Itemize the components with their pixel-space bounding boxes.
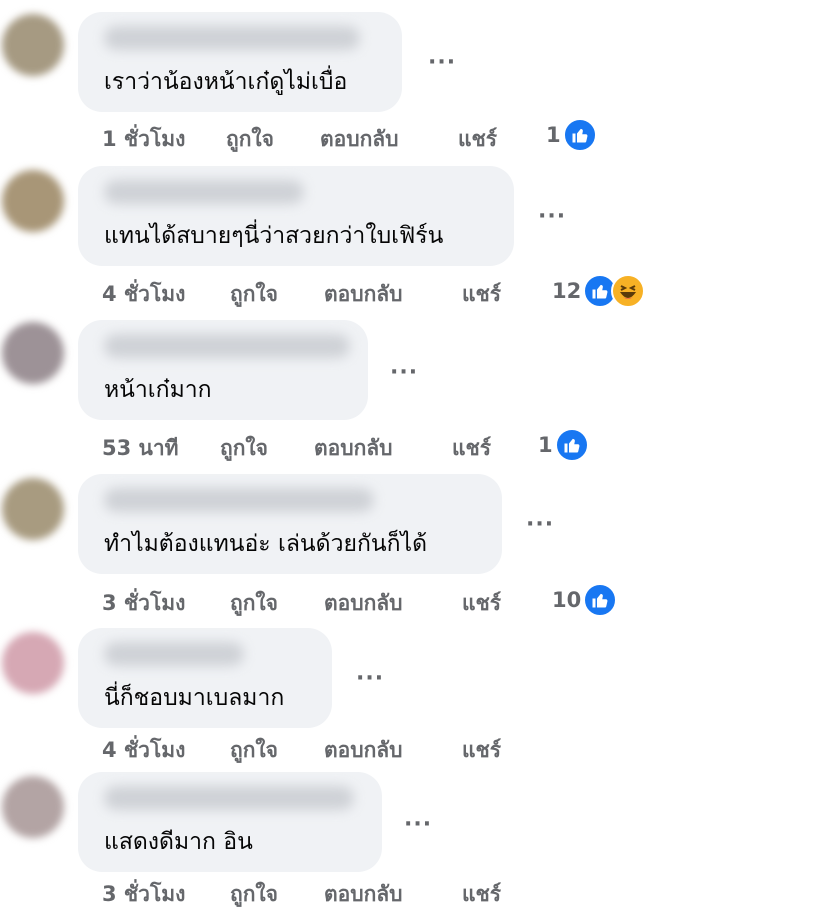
like-action[interactable]: ถูกใจ [230,587,324,620]
comment-text: เราว่าน้องหน้าเก๋ดูไม่เบื่อ [104,69,348,95]
comment-actions: 4 ชั่วโมง ถูกใจ ตอบกลับ แชร์ [102,278,501,311]
like-action[interactable]: ถูกใจ [220,432,314,465]
share-action[interactable]: แชร์ [462,278,501,311]
comment-actions: 3 ชั่วโมง ถูกใจ ตอบกลับ แชร์ [102,587,501,620]
more-options-icon[interactable]: ··· [538,204,566,229]
comment-bubble: หน้าเก๋มาก [78,320,368,420]
comment-text: นี่ก็ชอบมาเบลมาก [104,685,285,711]
commenter-name[interactable] [104,180,304,204]
more-options-icon[interactable]: ··· [428,50,456,75]
reaction-count: 12 [552,279,582,303]
avatar[interactable] [2,632,64,694]
avatar[interactable] [2,776,64,838]
comment-text: แสดงดีมาก อิน [104,829,253,855]
like-icon [554,428,589,462]
comment-time[interactable]: 4 ชั่วโมง [102,734,230,767]
more-options-icon[interactable]: ··· [390,360,418,385]
avatar[interactable] [2,322,64,384]
reply-action[interactable]: ตอบกลับ [324,278,462,311]
reply-action[interactable]: ตอบกลับ [324,587,462,620]
more-options-icon[interactable]: ··· [526,512,554,537]
commenter-name[interactable] [104,334,350,358]
avatar[interactable] [2,170,64,232]
comment-time[interactable]: 4 ชั่วโมง [102,278,230,311]
comment-text: ทำไมต้องแทนอ่ะ เล่นด้วยกันก็ได้ [104,531,428,557]
comment-text: แทนได้สบายๆนี่ว่าสวยกว่าใบเฟิร์น [104,223,444,249]
comment-actions: 4 ชั่วโมง ถูกใจ ตอบกลับ แชร์ [102,734,501,767]
share-action[interactable]: แชร์ [462,878,501,911]
haha-icon [611,274,646,308]
comment-actions: 3 ชั่วโมง ถูกใจ ตอบกลับ แชร์ [102,878,501,911]
comment-time[interactable]: 53 นาที [102,432,220,465]
share-action[interactable]: แชร์ [462,734,501,767]
comment-bubble: แทนได้สบายๆนี่ว่าสวยกว่าใบเฟิร์น [78,166,514,266]
commenter-name[interactable] [104,488,374,512]
more-options-icon[interactable]: ··· [404,812,432,837]
like-action[interactable]: ถูกใจ [226,123,320,156]
reply-action[interactable]: ตอบกลับ [324,878,462,911]
reaction-summary[interactable]: 10 [552,583,618,617]
like-icon [583,583,618,617]
reaction-count: 1 [546,123,561,147]
avatar[interactable] [2,478,64,540]
comment-time[interactable]: 1 ชั่วโมง [102,123,226,156]
like-action[interactable]: ถูกใจ [230,734,324,767]
like-action[interactable]: ถูกใจ [230,878,324,911]
comment-text: หน้าเก๋มาก [104,377,212,403]
commenter-name[interactable] [104,786,354,810]
share-action[interactable]: แชร์ [462,587,501,620]
comment-bubble: เราว่าน้องหน้าเก๋ดูไม่เบื่อ [78,12,402,112]
reply-action[interactable]: ตอบกลับ [324,734,462,767]
reaction-summary[interactable]: 1 [546,118,597,152]
commenter-name[interactable] [104,642,244,666]
reaction-count: 1 [538,433,553,457]
like-icon [562,118,597,152]
comment-bubble: ทำไมต้องแทนอ่ะ เล่นด้วยกันก็ได้ [78,474,502,574]
avatar[interactable] [2,14,64,76]
more-options-icon[interactable]: ··· [356,666,384,691]
comment-time[interactable]: 3 ชั่วโมง [102,878,230,911]
commenter-name[interactable] [104,26,360,50]
comment-actions: 1 ชั่วโมง ถูกใจ ตอบกลับ แชร์ [102,123,497,156]
comment-bubble: นี่ก็ชอบมาเบลมาก [78,628,332,728]
like-action[interactable]: ถูกใจ [230,278,324,311]
reaction-count: 10 [552,588,582,612]
reply-action[interactable]: ตอบกลับ [314,432,452,465]
share-action[interactable]: แชร์ [452,432,491,465]
reply-action[interactable]: ตอบกลับ [320,123,458,156]
reaction-summary[interactable]: 12 [552,274,646,308]
comment-time[interactable]: 3 ชั่วโมง [102,587,230,620]
comment-actions: 53 นาที ถูกใจ ตอบกลับ แชร์ [102,432,491,465]
share-action[interactable]: แชร์ [458,123,497,156]
reaction-summary[interactable]: 1 [538,428,589,462]
comment-bubble: แสดงดีมาก อิน [78,772,382,872]
